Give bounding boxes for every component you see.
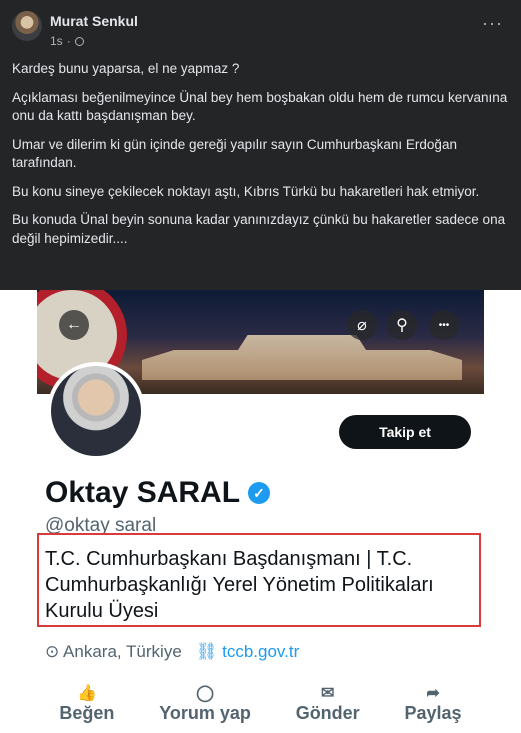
post-paragraph: Kardeş bunu yaparsa, el ne yapmaz ? bbox=[12, 61, 240, 76]
verified-badge-icon: ✓ bbox=[248, 482, 271, 504]
location-item: ⊙ Ankara, Türkiye bbox=[45, 642, 182, 662]
comment-button[interactable]: ◯ Yorum yap bbox=[159, 685, 251, 724]
send-button[interactable]: ✉ Gönder bbox=[296, 685, 360, 724]
profile-meta: ⊙ Ankara, Türkiye ⛓ tccb.gov.tr bbox=[45, 642, 299, 662]
more-options-icon[interactable]: ··· bbox=[482, 13, 503, 34]
share-button[interactable]: ➦ Paylaş bbox=[405, 685, 462, 724]
link-icon: ⛓ bbox=[195, 642, 218, 661]
profile-name: Oktay SARAL bbox=[45, 476, 241, 509]
share-label: Paylaş bbox=[404, 703, 462, 723]
like-label: Beğen bbox=[59, 703, 115, 723]
search-icon[interactable]: ⚲ bbox=[387, 310, 417, 340]
mute-icon[interactable]: ⌀ bbox=[347, 310, 377, 340]
comment-icon: ◯ bbox=[196, 685, 214, 702]
website-link[interactable]: tccb.gov.tr bbox=[222, 642, 299, 661]
website-item[interactable]: ⛓ tccb.gov.tr bbox=[196, 642, 299, 662]
author-avatar[interactable] bbox=[12, 11, 42, 41]
more-icon[interactable]: ••• bbox=[429, 310, 459, 340]
location-text: Ankara, Türkiye bbox=[63, 642, 182, 661]
shared-screenshot[interactable]: ← ⌀ ⚲ ••• Takip et Oktay SARAL ✓ @oktay … bbox=[37, 290, 484, 733]
send-label: Gönder bbox=[295, 703, 360, 723]
follow-button[interactable]: Takip et bbox=[339, 415, 471, 449]
post-meta: 1s · bbox=[50, 34, 84, 48]
profile-bio: T.C. Cumhurbaşkanı Başdanışmanı | T.C. C… bbox=[45, 548, 434, 622]
messenger-icon: ✉ bbox=[320, 685, 335, 702]
meta-separator: · bbox=[66, 34, 71, 48]
post-paragraph: Bu konu sineye çekilecek noktayı aştı, K… bbox=[12, 183, 480, 199]
post-action-bar: 👍 Beğen ◯ Yorum yap ✉ Gönder ➦ Paylaş bbox=[37, 685, 484, 724]
profile-name-row: Oktay SARAL ✓ bbox=[45, 476, 271, 510]
profile-avatar[interactable] bbox=[47, 362, 145, 460]
post-text: Kardeş bunu yaparsa, el ne yapmaz ? Açık… bbox=[12, 60, 510, 258]
post-paragraph: Umar ve dilerim ki gün içinde gereği yap… bbox=[12, 136, 457, 171]
back-arrow-icon[interactable]: ← bbox=[59, 310, 89, 340]
like-icon: 👍 bbox=[76, 685, 97, 702]
author-name[interactable]: Murat Senkul bbox=[50, 13, 138, 29]
post-paragraph: Açıklaması beğenilmeyince Ünal bey hem b… bbox=[12, 89, 508, 124]
like-button[interactable]: 👍 Beğen bbox=[59, 685, 114, 724]
facebook-post: Murat Senkul 1s · ··· Kardeş bunu yapars… bbox=[0, 0, 521, 290]
share-icon: ➦ bbox=[426, 685, 440, 702]
comment-label: Yorum yap bbox=[159, 703, 251, 723]
post-time[interactable]: 1s bbox=[50, 34, 63, 48]
palace-image bbox=[142, 335, 462, 380]
globe-icon bbox=[74, 36, 84, 46]
post-paragraph: Bu konuda Ünal beyin sonuna kadar yanını… bbox=[12, 212, 506, 246]
location-pin-icon: ⊙ bbox=[45, 642, 60, 661]
